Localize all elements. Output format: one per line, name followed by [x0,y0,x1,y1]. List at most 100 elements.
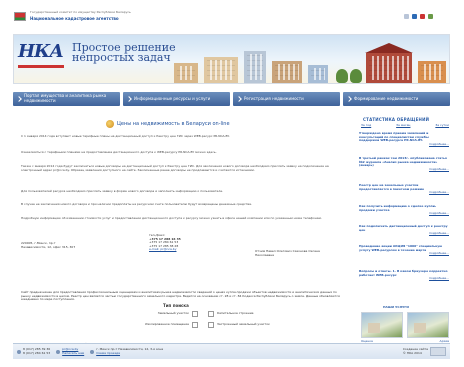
logo[interactable]: НКА [18,41,68,77]
nav-item-label: Формирование недвижимости [354,95,419,101]
footer-address: г. Минск пр-т Независимости, 12, 3-я зон… [90,347,163,356]
search-type-label: Земельный участок [157,311,189,316]
home-icon[interactable] [404,14,409,19]
search-type-option[interactable]: Земельный участок [73,311,198,317]
stats-tabs: За год За месяц За сутки [361,123,449,128]
mail-icon[interactable] [412,14,417,19]
mail-icon [56,349,61,354]
flag-icon [14,12,26,21]
news-item-more-link[interactable]: подробнее... [359,212,449,216]
nav-item-portal[interactable]: Портал имущества и аналитика рынка недви… [13,92,120,106]
email-link[interactable]: e-mail: pr@nca.by [149,248,209,252]
building-illustration [308,65,328,83]
main-nav: Портал имущества и аналитика рынка недви… [13,92,450,106]
search-type-option[interactable]: Изолированное помещение [73,322,198,328]
building-illustration [204,57,238,83]
services-title: НАШИ УСЛУГИ [383,305,409,309]
footer-map-link[interactable]: Схема проезда [96,351,163,356]
paragraph-purpose: Сайт предназначен для предоставления про… [21,290,340,302]
search-type-label: Изолированное помещение [145,322,189,327]
service-photo[interactable] [361,312,403,338]
slogan-line-2: непростых задач [72,51,171,64]
header-banner: НКА Простое решение непростых задач [13,34,450,84]
logo-stripe [18,65,64,68]
section-title: Цены на недвижимость в Беларуси on-line [106,120,230,128]
responsible-persons: Отчим Павел Олегович Сазонова Оксана Ник… [255,249,320,257]
news-item[interactable]: Утверждено время приема заявлений и конс… [359,131,449,147]
tree-illustration [336,69,348,83]
tab-month[interactable]: За месяц [396,123,410,128]
nav-item-registration[interactable]: Регистрация недвижимости [233,92,340,106]
search-icon[interactable] [428,14,433,19]
news-item[interactable]: В третьей рамках тем 2013г. опубликована… [359,156,449,172]
news-item-more-link[interactable]: подробнее... [359,232,449,236]
news-item-more-link[interactable]: подробнее... [359,252,449,256]
paragraph-intro: С 1 января 2014 года вступают новые тари… [21,134,230,138]
search-type-option[interactable]: Застроенный земельный участок [208,322,333,328]
footer-phone[interactable]: 8 (017) 284 61 53 [23,351,50,356]
paragraph-users: Для пользователей ресурса необходимо при… [21,189,224,193]
arrow-right-icon [126,96,132,102]
building-illustration [174,63,198,83]
nav-item-formation[interactable]: Формирование недвижимости [343,92,450,106]
tab-year[interactable]: За год [361,123,371,128]
news-item[interactable]: Вопросы и ответы. 1. В каком браузере ко… [359,269,449,281]
contact-block: 220005, г.Минск, пр-т Независимости, 12,… [21,233,341,266]
footer-site: © НКА 2014 [402,350,422,355]
footer: 8 (017) 285 39 36 8 (017) 284 61 53 pr@n… [13,343,450,359]
news-item[interactable]: Как получить информацию о сделке купли-п… [359,204,449,216]
footer-email: pr@nca.by Написать нам [56,347,84,356]
coin-icon [106,120,114,128]
checkbox[interactable] [208,311,214,317]
stats-title: СТАТИСТИКА ОБРАЩЕНИЙ [363,117,430,122]
paragraph-details: Подробную информацию об изменении стоимо… [21,216,322,220]
news-item-more-link[interactable]: подробнее... [359,191,449,195]
checkbox[interactable] [192,311,198,317]
news-item-more-link[interactable]: подробнее... [359,142,449,147]
arrow-right-icon [16,96,22,102]
tab-day[interactable]: За сутки [435,123,449,128]
footer-write-link[interactable]: Написать нам [62,351,84,356]
footer-credits: Создание сайта © НКА 2014 [403,347,446,356]
agency-line-1: Государственный комитет по имуществу Рес… [30,10,131,14]
building-illustration [272,61,302,83]
paragraph-tariffs: Ознакомиться с тарифными планами на пред… [21,150,217,154]
arrow-right-icon [346,96,352,102]
office-address: 220005, г.Минск, пр-т Независимости, 12,… [21,241,76,249]
news-item-more-link[interactable]: подробнее... [359,167,449,172]
search-type-options: Земельный участок Капитальное строение И… [73,311,333,328]
search-type-option[interactable]: Капитальное строение [208,311,333,317]
news-item-more-link[interactable]: подробнее... [359,277,449,281]
main-content: Цены на недвижимость в Беларуси on-line … [13,117,348,357]
building-illustration [244,51,266,83]
paragraph-contracts: Также с января 2014 года будут заключать… [21,164,329,172]
news-item[interactable]: Как подключить дистанционный доступ к ре… [359,224,449,236]
visit-counter[interactable] [430,347,446,356]
nav-item-resources[interactable]: Информационные ресурсы и услуги [123,92,230,106]
phone-block: тел./факс: +375 17 288 16 35 +375 17 284… [149,233,209,252]
tree-illustration [350,69,362,83]
nav-item-label: Информационные ресурсы и услуги [134,95,211,101]
search-type-label: Капитальное строение [217,311,254,316]
phone-icon [17,349,21,354]
nav-item-label: Регистрация недвижимости [244,95,304,101]
building-illustration [366,53,412,83]
news-item[interactable]: Проведение акции АКЦИЯ "1000" специальну… [359,244,449,256]
search-type-title: Тип поиска [163,303,189,308]
logo-mark: НКА [18,41,64,62]
news-item[interactable]: Реестр цен на земельные участки предоста… [359,183,449,195]
agency-line-2: Национальное кадастровое агентство [30,16,119,21]
slogan: Простое решение непростых задач [72,42,176,64]
roof-illustration [365,43,413,53]
building-illustration [418,61,446,83]
services-photos [361,312,449,338]
page: Государственный комитет по имуществу Рес… [0,0,464,367]
checkbox[interactable] [192,322,198,328]
location-icon [90,349,95,354]
search-type-label: Застроенный земельный участок [217,322,270,327]
service-photo[interactable] [407,312,449,338]
top-bar: Государственный комитет по имуществу Рес… [13,10,443,25]
arrow-right-icon [236,96,242,102]
sitemap-icon[interactable] [420,14,425,19]
checkbox[interactable] [208,322,214,328]
